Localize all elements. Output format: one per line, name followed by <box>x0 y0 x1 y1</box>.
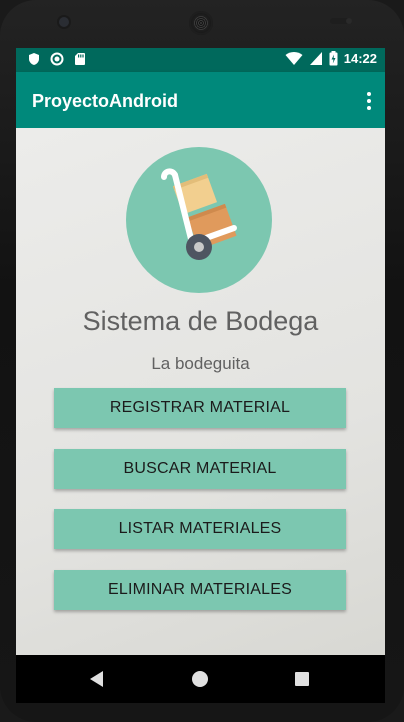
list-materials-button[interactable]: LISTAR MATERIALES <box>54 509 346 549</box>
front-camera <box>59 17 69 27</box>
shield-icon <box>29 53 39 65</box>
battery-icon <box>329 51 338 66</box>
back-icon[interactable] <box>90 671 103 687</box>
earpiece-speaker <box>189 11 213 35</box>
sd-card-icon <box>75 53 85 65</box>
search-material-button[interactable]: BUSCAR MATERIAL <box>54 449 346 489</box>
signal-icon <box>309 52 322 65</box>
register-material-button[interactable]: REGISTRAR MATERIAL <box>54 388 346 428</box>
wifi-icon <box>285 52 303 65</box>
home-icon[interactable] <box>192 671 208 687</box>
hand-truck-boxes-icon <box>126 147 272 293</box>
recents-icon[interactable] <box>295 672 309 686</box>
device-screen: 14:22 ProyectoAndroid Sistema de Bodega … <box>16 48 385 676</box>
circle-icon <box>50 52 64 66</box>
main-content: Sistema de Bodega La bodeguita REGISTRAR… <box>16 128 385 676</box>
app-bar: ProyectoAndroid <box>16 72 385 128</box>
status-icons-left <box>27 52 87 66</box>
status-time: 14:22 <box>343 51 377 66</box>
proximity-sensor <box>330 18 352 24</box>
delete-materials-button[interactable]: ELIMINAR MATERIALES <box>54 570 346 610</box>
status-bar: 14:22 <box>16 48 385 72</box>
app-title: ProyectoAndroid <box>32 91 179 111</box>
overflow-menu-icon[interactable] <box>365 92 373 110</box>
page-subtitle: La bodeguita <box>151 354 250 373</box>
status-icons-right: 14:22 <box>285 51 377 66</box>
navigation-bar <box>16 655 385 703</box>
page-title: Sistema de Bodega <box>82 306 319 336</box>
